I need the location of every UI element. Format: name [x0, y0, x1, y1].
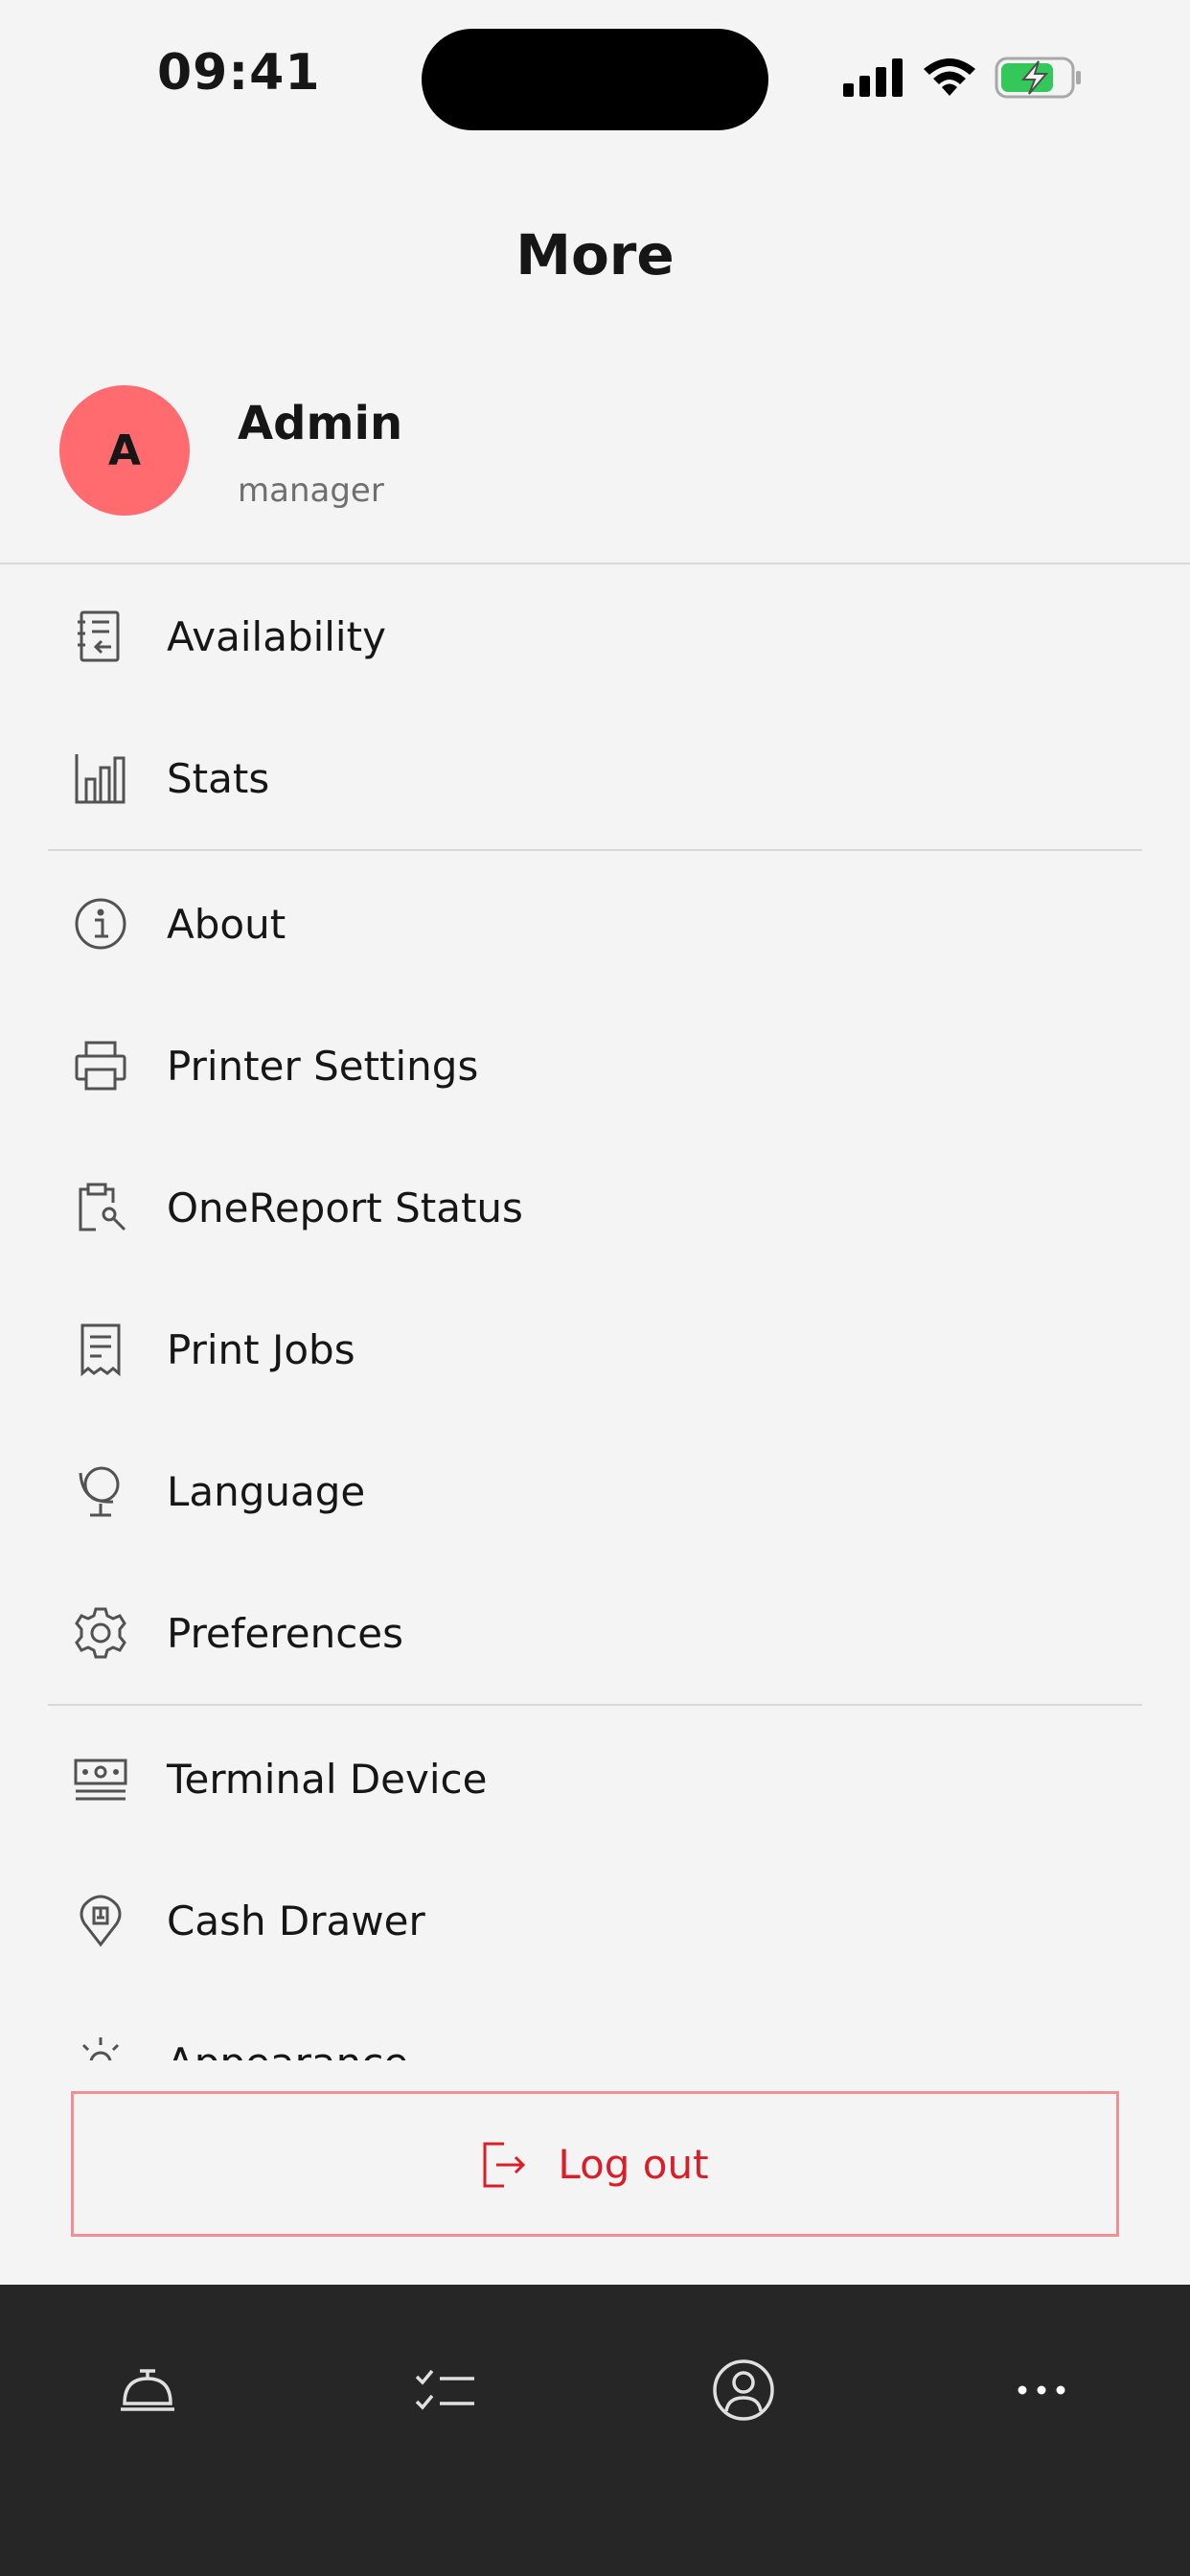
service-bell-icon [121, 2369, 174, 2411]
tab-bar [0, 2285, 1190, 2576]
menu-item-cash-drawer[interactable]: Cash Drawer [0, 1850, 1190, 1991]
menu-item-print-jobs[interactable]: Print Jobs [0, 1278, 1190, 1420]
menu-label-printer-settings: Printer Settings [167, 1042, 479, 1090]
app-screen: 09:41 More A Admin manager Availability … [0, 0, 1190, 2576]
gear-icon [73, 1605, 128, 1661]
menu-label-print-jobs: Print Jobs [167, 1325, 355, 1373]
section-divider [48, 849, 1142, 851]
sun-icon [73, 2035, 128, 2060]
dynamic-island [422, 29, 768, 130]
menu-label-terminal-device: Terminal Device [167, 1755, 488, 1803]
menu-list: Availability Stats About Printer Setting… [0, 565, 1190, 2060]
availability-list-icon [73, 609, 128, 664]
menu-label-stats: Stats [167, 754, 270, 802]
page-title: More [515, 222, 675, 288]
status-time: 09:41 [157, 44, 321, 102]
signal-icon [843, 58, 903, 97]
logout-button[interactable]: Log out [71, 2091, 1119, 2237]
menu-label-preferences: Preferences [167, 1609, 404, 1657]
menu-item-stats[interactable]: Stats [0, 707, 1190, 849]
menu-item-onereport-status[interactable]: OneReport Status [0, 1137, 1190, 1278]
location-pin-icon [73, 1893, 128, 1948]
menu-item-language[interactable]: Language [0, 1420, 1190, 1562]
more-dots-icon [1018, 2385, 1065, 2395]
menu-label-appearance: Appearance [167, 2039, 408, 2061]
avatar: A [59, 385, 190, 516]
bar-chart-icon [73, 750, 128, 806]
menu-item-availability[interactable]: Availability [0, 565, 1190, 707]
menu-label-cash-drawer: Cash Drawer [167, 1897, 425, 1944]
checklist-icon [415, 2369, 474, 2410]
profile-divider [0, 563, 1190, 564]
menu-item-preferences[interactable]: Preferences [0, 1562, 1190, 1704]
profile-role: manager [238, 472, 384, 510]
avatar-initial: A [107, 426, 142, 475]
menu-item-terminal-device[interactable]: Terminal Device [0, 1708, 1190, 1850]
tab-tasks[interactable] [398, 2342, 493, 2438]
receipt-icon [73, 1322, 128, 1377]
menu-item-appearance[interactable]: Appearance [0, 1991, 1190, 2060]
logout-area: Log out [0, 2060, 1190, 2285]
logout-icon [483, 2142, 526, 2188]
menu-label-availability: Availability [167, 612, 386, 660]
terminal-device-icon [73, 1751, 128, 1806]
section-divider [48, 1704, 1142, 1706]
tab-profile[interactable] [696, 2342, 791, 2438]
battery-charging-icon [995, 57, 1081, 99]
globe-icon [73, 1463, 128, 1519]
info-icon [73, 896, 128, 952]
menu-item-about[interactable]: About [0, 853, 1190, 995]
menu-label-onereport-status: OneReport Status [167, 1184, 523, 1231]
status-icons [843, 54, 1083, 102]
profile-name: Admin [238, 397, 403, 450]
wifi-icon [924, 58, 975, 96]
logout-label: Log out [558, 2140, 709, 2188]
tab-service[interactable] [100, 2342, 195, 2438]
clipboard-wrench-icon [73, 1180, 128, 1235]
menu-item-printer-settings[interactable]: Printer Settings [0, 995, 1190, 1137]
menu-label-about: About [167, 900, 286, 948]
printer-icon [73, 1038, 128, 1093]
menu-label-language: Language [167, 1467, 366, 1515]
user-profile-icon [713, 2359, 774, 2421]
status-bar: 09:41 [0, 0, 1190, 144]
tab-more[interactable] [994, 2342, 1089, 2438]
